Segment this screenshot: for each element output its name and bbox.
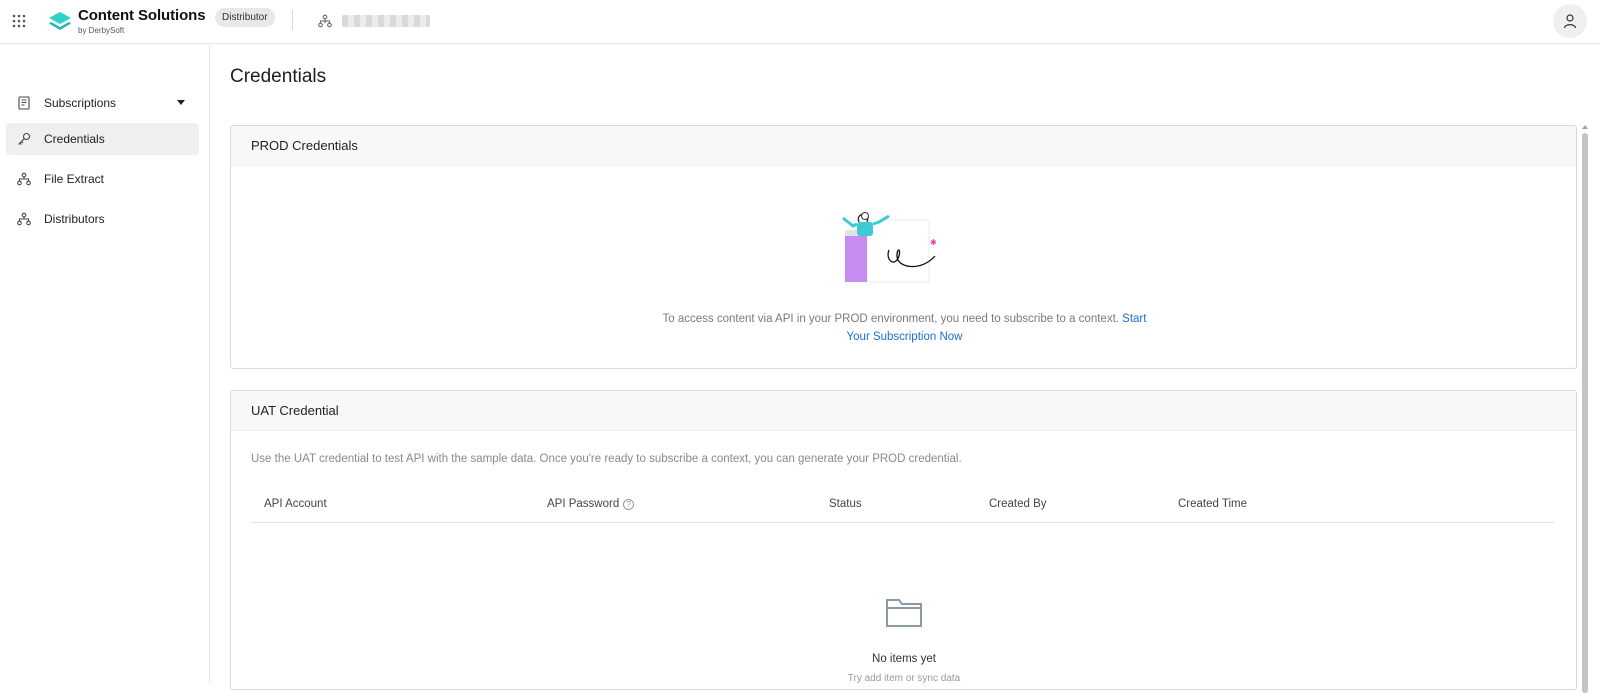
key-icon [18, 132, 31, 145]
uat-credential-card: UAT Credential Use the UAT credential to… [230, 390, 1577, 690]
scrollbar-thumb[interactable] [1582, 133, 1588, 693]
sidebar-item-label: Credentials [44, 132, 105, 146]
prod-empty-message: To access content via API in your PROD e… [651, 310, 1158, 346]
hierarchy-icon [17, 172, 31, 186]
folder-icon [886, 599, 922, 627]
content-solutions-logo[interactable] [48, 10, 72, 32]
hierarchy-icon [318, 14, 332, 28]
scroll-up-arrow-icon[interactable] [1582, 125, 1588, 129]
empty-state-title: No items yet [872, 653, 936, 665]
role-badge: Distributor [215, 8, 275, 27]
hierarchy-icon [17, 212, 31, 226]
page-title: Credentials [230, 66, 327, 87]
empty-state-subtitle: Try add item or sync data [847, 673, 961, 684]
user-avatar-button[interactable] [1553, 4, 1587, 38]
chevron-down-icon [177, 100, 185, 105]
card-title: UAT Credential [251, 403, 339, 418]
main-scrollbar[interactable] [1581, 125, 1589, 693]
svg-text:✱: ✱ [930, 238, 937, 247]
user-icon [1563, 14, 1577, 29]
column-header-created-by: Created By [989, 498, 1047, 510]
document-list-icon [18, 96, 30, 110]
sidebar-item-credentials[interactable]: Credentials [6, 123, 199, 155]
empty-box-illustration: ✱ [842, 212, 937, 283]
sidebar-item-distributors[interactable]: Distributors [6, 203, 199, 235]
org-selector-redacted[interactable] [342, 15, 430, 27]
header-divider [292, 10, 293, 30]
sidebar-item-label: Distributors [44, 212, 105, 226]
card-title: PROD Credentials [251, 138, 358, 153]
sidebar: Subscriptions Credentials File Extract D… [0, 45, 210, 683]
brand-subtitle: by DerbySoft [78, 26, 125, 35]
apps-grid-icon[interactable] [12, 14, 26, 28]
column-header-api-password: API Password? [547, 498, 635, 510]
column-header-api-account: API Account [264, 498, 327, 510]
column-header-created-time: Created Time [1178, 498, 1248, 510]
top-bar: Content Solutions by DerbySoft Distribut… [0, 0, 1600, 44]
brand-title: Content Solutions [78, 7, 206, 24]
card-header: PROD Credentials [231, 126, 1576, 166]
sidebar-item-file-extract[interactable]: File Extract [6, 163, 199, 195]
prod-message-text: To access content via API in your PROD e… [662, 313, 1119, 325]
uat-description: Use the UAT credential to test API with … [251, 453, 962, 465]
column-header-label: API Password [547, 498, 620, 510]
sidebar-item-label: File Extract [44, 172, 105, 186]
sidebar-item-label: Subscriptions [44, 96, 117, 110]
prod-credentials-card: PROD Credentials ✱ To access content via… [230, 125, 1577, 369]
sidebar-item-subscriptions[interactable]: Subscriptions [6, 87, 199, 119]
card-header: UAT Credential [231, 391, 1576, 431]
credentials-table-header: API Account API Password? Status Created… [251, 487, 1554, 523]
column-header-status: Status [829, 498, 862, 510]
help-icon[interactable]: ? [623, 499, 635, 510]
